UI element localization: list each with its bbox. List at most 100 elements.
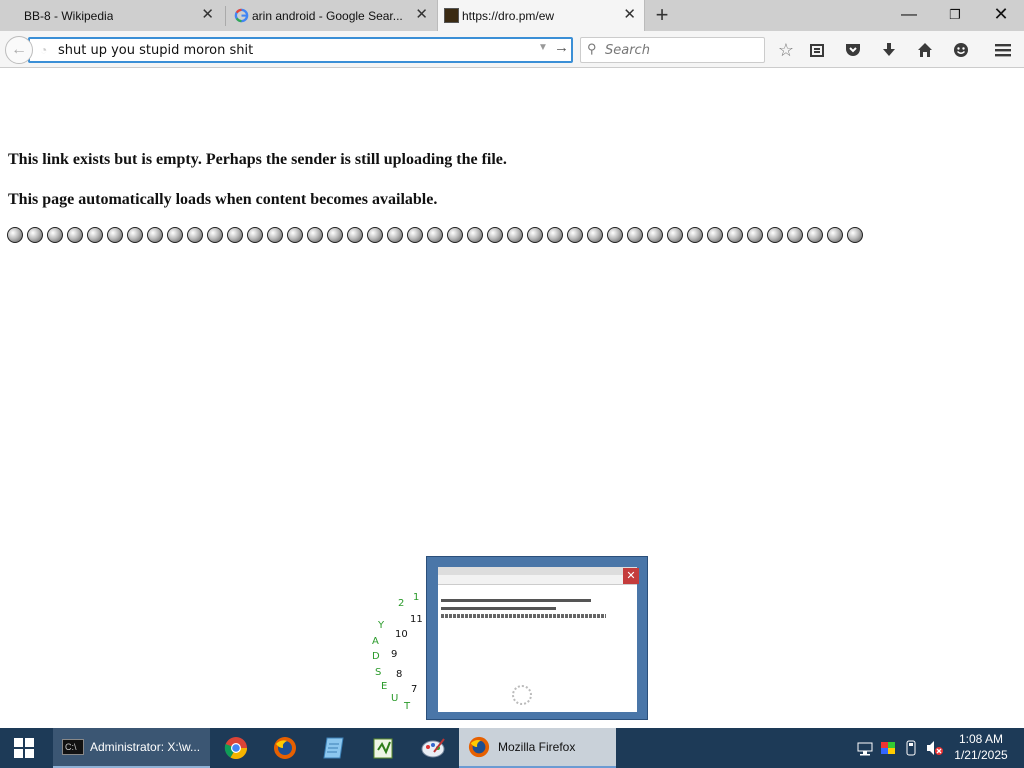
go-arrow-icon[interactable]: → [554, 39, 569, 56]
close-icon[interactable]: ✕ [415, 7, 428, 23]
windows-logo-icon [14, 738, 34, 758]
close-icon[interactable]: ✕ [201, 7, 214, 23]
thumbnail-tab-strip [438, 567, 637, 575]
system-clock[interactable]: 1:08 AM 1/21/2025 [951, 731, 1011, 763]
usb-device-icon[interactable] [905, 728, 917, 768]
loading-spinner-icon [827, 227, 843, 243]
navigation-bar: ◔ ▼ → ← ⚲ ☆ [0, 31, 1024, 68]
loading-spinner-icon [87, 227, 103, 243]
minimize-button[interactable]: — [886, 0, 932, 31]
cmd-icon: C:\ [62, 739, 84, 755]
back-button[interactable]: ← [5, 36, 33, 64]
url-bar[interactable]: ◔ ▼ → [28, 37, 573, 63]
thumbnail-loading-icon [512, 685, 532, 705]
overlay-char-green: Y [378, 620, 385, 631]
loading-spinner-icon [147, 227, 163, 243]
loading-spinner-icon [187, 227, 203, 243]
loading-spinner-icon [287, 227, 303, 243]
close-icon[interactable]: ✕ [623, 7, 636, 23]
color-display-icon[interactable] [880, 728, 896, 768]
loading-spinner-icon [847, 227, 863, 243]
overlay-char-green: E [381, 681, 388, 692]
pocket-icon[interactable] [840, 37, 866, 63]
empty-link-message: This link exists but is empty. Perhaps t… [8, 151, 507, 168]
overlay-char-green: A [372, 636, 379, 647]
clock-date: 1/21/2025 [954, 748, 1008, 762]
volume-muted-icon[interactable] [926, 728, 944, 768]
loading-spinner-icon [767, 227, 783, 243]
loading-spinner-icon [127, 227, 143, 243]
loading-spinner-icon [447, 227, 463, 243]
overlay-char-black: 8 [396, 669, 403, 680]
clock-time: 1:08 AM [958, 732, 1004, 746]
url-input[interactable] [58, 41, 528, 59]
new-tab-button[interactable]: + [651, 3, 673, 27]
window-close-button[interactable]: ✕ [978, 0, 1024, 31]
loading-spinner-icon [707, 227, 723, 243]
hello-chat-icon[interactable] [948, 37, 974, 63]
loading-spinner-icon [367, 227, 383, 243]
chevron-down-icon[interactable]: ▼ [538, 42, 548, 53]
home-icon[interactable] [912, 37, 938, 63]
loading-spinner-icon [7, 227, 23, 243]
loading-spinner-icon [607, 227, 623, 243]
firefox-pinned-icon[interactable] [270, 733, 300, 763]
search-bar[interactable]: ⚲ [580, 37, 765, 63]
taskbar-firefox-window[interactable]: Mozilla Firefox [459, 728, 616, 768]
loading-spinner-icon [307, 227, 323, 243]
search-input[interactable] [605, 41, 755, 59]
loading-spinner-icon [667, 227, 683, 243]
loading-spinner-icon [67, 227, 83, 243]
tab-label: arin android - Google Sear... [252, 8, 403, 23]
hamburger-menu-icon[interactable] [990, 37, 1016, 63]
screen: BB-8 - Wikipedia ✕ arin android - Google… [0, 0, 1024, 768]
overlay-char-green: 1 [413, 592, 420, 603]
taskbar: C:\ Administrator: X:\w... Mozilla Firef… [0, 728, 1024, 768]
loading-spinner-icon [687, 227, 703, 243]
loading-spinner-icon [267, 227, 283, 243]
thumbnail-close-button[interactable]: ✕ [623, 568, 639, 584]
overlay-char-black: 11 [410, 614, 423, 625]
tab-dro-pm[interactable]: https://dro.pm/ew ✕ [437, 0, 645, 31]
thumbnail-text-line [441, 607, 556, 610]
thumbnail-screen [438, 567, 637, 712]
loading-spinner-icon [47, 227, 63, 243]
back-arrow-icon: ← [11, 41, 27, 58]
site-favicon-icon [444, 8, 459, 23]
tab-bb8-wikipedia[interactable]: BB-8 - Wikipedia ✕ [0, 0, 222, 31]
tab-strip: BB-8 - Wikipedia ✕ arin android - Google… [0, 0, 1024, 31]
notepad-plus-plus-icon[interactable] [368, 733, 398, 763]
restore-button[interactable]: ❐ [932, 0, 978, 31]
loading-spinner-icon [387, 227, 403, 243]
loading-spinner-icon [787, 227, 803, 243]
loading-spinner-icon [427, 227, 443, 243]
window-thumbnail-preview[interactable]: ✕ [426, 556, 648, 720]
loading-spinner-icon [107, 227, 123, 243]
taskbar-cmd-label: Administrator: X:\w... [90, 740, 201, 754]
loading-spinner-icon [507, 227, 523, 243]
overlay-char-black: 10 [395, 629, 408, 640]
loading-spinner-icon [527, 227, 543, 243]
loading-spinner-icon [727, 227, 743, 243]
autoload-message: This page automatically loads when conte… [8, 191, 438, 208]
start-button[interactable] [0, 728, 48, 768]
loading-spinner-icon [807, 227, 823, 243]
info-icon[interactable]: ◔ [40, 43, 54, 57]
bookmarks-menu-icon[interactable] [804, 37, 830, 63]
thumbnail-text-line [441, 599, 591, 602]
loading-spinner-icon [207, 227, 223, 243]
tab-google-search[interactable]: arin android - Google Sear... ✕ [228, 0, 436, 31]
chrome-icon[interactable] [221, 733, 251, 763]
taskbar-cmd-window[interactable]: C:\ Administrator: X:\w... [53, 728, 210, 768]
overlay-char-green: U [391, 693, 399, 704]
notepad-icon[interactable] [319, 733, 349, 763]
bookmark-star-icon[interactable]: ☆ [773, 37, 799, 63]
download-icon[interactable] [876, 37, 902, 63]
paint-icon[interactable] [418, 733, 448, 763]
taskbar-firefox-label: Mozilla Firefox [498, 740, 576, 754]
loading-spinner-icon [27, 227, 43, 243]
network-icon[interactable] [857, 728, 873, 768]
loading-spinner-icon [467, 227, 483, 243]
thumbnail-nav-bar [438, 575, 637, 585]
loading-spinner-icon [587, 227, 603, 243]
